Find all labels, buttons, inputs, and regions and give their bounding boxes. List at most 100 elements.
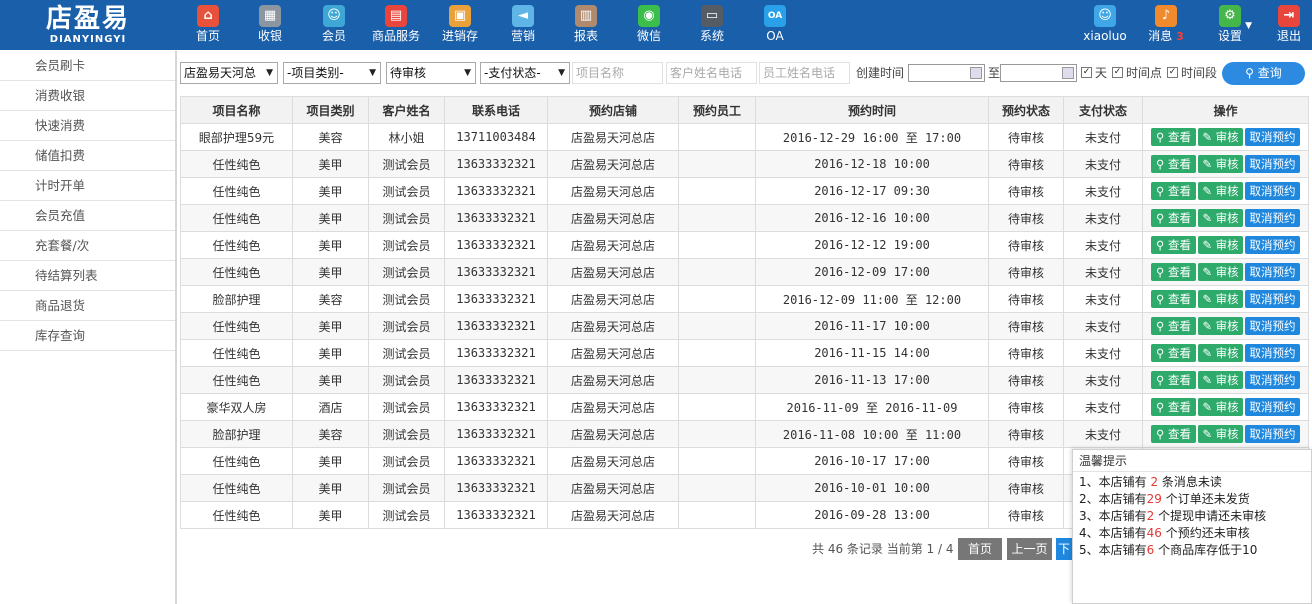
employee-input[interactable]: 员工姓名电话 [759, 62, 850, 84]
view-button[interactable]: ⚲ 查看 [1151, 371, 1196, 389]
tip-line[interactable]: 5、本店铺有6 个商品库存低于10 [1073, 542, 1311, 559]
inventory-icon: ▣ [449, 5, 471, 27]
category-select[interactable]: -项目类别- ▼ [283, 62, 381, 84]
audit-button[interactable]: ✎ 审核 [1198, 236, 1243, 254]
cancel-appointment-button[interactable]: 取消预约 [1245, 317, 1300, 335]
nav-item-marketing[interactable]: ◄ 营销 [492, 0, 554, 50]
cell-phone: 13633332321 [444, 258, 548, 286]
sidebar-item[interactable]: 计时开单 [0, 171, 175, 201]
cancel-appointment-button[interactable]: 取消预约 [1245, 290, 1300, 308]
sidebar-item[interactable]: 储值扣费 [0, 141, 175, 171]
next-page-button[interactable]: 下 [1056, 538, 1072, 560]
tip-line[interactable]: 2、本店铺有29 个订单还未发货 [1073, 491, 1311, 508]
nav-item-oa[interactable]: OA OA [744, 0, 806, 50]
cancel-appointment-button[interactable]: 取消预约 [1245, 128, 1300, 146]
sidebar-item[interactable]: 快速消费 [0, 111, 175, 141]
nav-item-inventory[interactable]: ▣ 进销存 [429, 0, 491, 50]
settings-label: 设置 [1217, 29, 1242, 43]
audit-button[interactable]: ✎ 审核 [1198, 425, 1243, 443]
tip-line[interactable]: 1、本店铺有 2 条消息未读 [1073, 474, 1311, 491]
cell-category: 美甲 [292, 150, 369, 178]
audit-status-select[interactable]: 待审核 ▼ [386, 62, 476, 84]
cell-phone: 13633332321 [444, 177, 548, 205]
nav-item-system[interactable]: ▭ 系统 [681, 0, 743, 50]
prev-page-button[interactable]: 上一页 [1007, 538, 1052, 560]
cancel-appointment-button[interactable]: 取消预约 [1245, 263, 1300, 281]
cancel-appointment-button[interactable]: 取消预约 [1245, 371, 1300, 389]
nav-item-wechat[interactable]: ◉ 微信 [618, 0, 680, 50]
audit-button[interactable]: ✎ 审核 [1198, 155, 1243, 173]
messages-button[interactable]: ♪ 消息 3 [1138, 0, 1194, 50]
start-date-input[interactable] [908, 64, 985, 82]
view-button[interactable]: ⚲ 查看 [1151, 398, 1196, 416]
cancel-appointment-button[interactable]: 取消预约 [1245, 425, 1300, 443]
day-checkbox[interactable]: ✓ [1081, 67, 1092, 78]
pay-status-select[interactable]: -支付状态- ▼ [480, 62, 570, 84]
nav-item-report[interactable]: ▥ 报表 [555, 0, 617, 50]
cell-time: 2016-12-09 17:00 [755, 258, 989, 286]
audit-button[interactable]: ✎ 审核 [1198, 290, 1243, 308]
audit-button[interactable]: ✎ 审核 [1198, 182, 1243, 200]
nav-item-member[interactable]: ☺ 会员 [303, 0, 365, 50]
cell-customer: 测试会员 [368, 177, 445, 205]
view-button[interactable]: ⚲ 查看 [1151, 290, 1196, 308]
view-button-label: 查看 [1168, 157, 1192, 171]
tip-line[interactable]: 3、本店铺有2 个提现申请还未审核 [1073, 508, 1311, 525]
settings-button[interactable]: ⚙ 设置 ▼ [1200, 0, 1260, 50]
view-button[interactable]: ⚲ 查看 [1151, 155, 1196, 173]
cancel-appointment-button[interactable]: 取消预约 [1245, 398, 1300, 416]
view-button[interactable]: ⚲ 查看 [1151, 317, 1196, 335]
audit-button[interactable]: ✎ 审核 [1198, 344, 1243, 362]
first-page-button[interactable]: 首页 [958, 538, 1002, 560]
nav-item-home[interactable]: ⌂ 首页 [177, 0, 239, 50]
cell-name: 脸部护理 [180, 420, 293, 448]
cancel-appointment-button[interactable]: 取消预约 [1245, 344, 1300, 362]
table-row: 任性纯色 美甲 测试会员 13633332321 店盈易天河总店 2016-12-17 0… [180, 177, 1309, 205]
tip-line[interactable]: 4、本店铺有46 个预约还未审核 [1073, 525, 1311, 542]
cancel-appointment-button[interactable]: 取消预约 [1245, 182, 1300, 200]
sidebar-item[interactable]: 消费收银 [0, 81, 175, 111]
project-name-input[interactable]: 项目名称 [572, 62, 663, 84]
sidebar-item[interactable]: 会员充值 [0, 201, 175, 231]
query-button[interactable]: ⚲ 查询 [1222, 62, 1305, 85]
view-button[interactable]: ⚲ 查看 [1151, 182, 1196, 200]
logout-button[interactable]: ⇥ 退出 [1266, 0, 1312, 50]
audit-button[interactable]: ✎ 审核 [1198, 371, 1243, 389]
end-date-input[interactable] [1000, 64, 1077, 82]
search-icon: ⚲ [1155, 373, 1169, 387]
sidebar-item[interactable]: 充套餐/次 [0, 231, 175, 261]
cell-time: 2016-10-01 10:00 [755, 474, 989, 502]
nav-item-cash-register[interactable]: ▦ 收银 [239, 0, 301, 50]
sidebar-item[interactable]: 会员刷卡 [0, 51, 175, 81]
cancel-appointment-button[interactable]: 取消预约 [1245, 155, 1300, 173]
nav-item-goods-service[interactable]: ▤ 商品服务 [365, 0, 427, 50]
audit-button[interactable]: ✎ 审核 [1198, 209, 1243, 227]
user-menu[interactable]: ☺ xiaoluo [1074, 0, 1136, 50]
cell-customer: 测试会员 [368, 474, 445, 502]
cancel-appointment-button[interactable]: 取消预约 [1245, 209, 1300, 227]
audit-button[interactable]: ✎ 审核 [1198, 263, 1243, 281]
sidebar-item[interactable]: 库存查询 [0, 321, 175, 351]
customer-input[interactable]: 客户姓名电话 [666, 62, 757, 84]
view-button[interactable]: ⚲ 查看 [1151, 209, 1196, 227]
view-button[interactable]: ⚲ 查看 [1151, 128, 1196, 146]
sidebar-item[interactable]: 商品退货 [0, 291, 175, 321]
time-point-checkbox[interactable]: ✓ [1112, 67, 1123, 78]
view-button[interactable]: ⚲ 查看 [1151, 236, 1196, 254]
time-range-checkbox[interactable]: ✓ [1167, 67, 1178, 78]
store-select[interactable]: 店盈易天河总 ▼ [180, 62, 278, 84]
cancel-appointment-button-label: 取消预约 [1249, 427, 1296, 441]
audit-button[interactable]: ✎ 审核 [1198, 128, 1243, 146]
view-button[interactable]: ⚲ 查看 [1151, 344, 1196, 362]
cell-time: 2016-11-09 至 2016-11-09 [755, 393, 989, 421]
cancel-appointment-button[interactable]: 取消预约 [1245, 236, 1300, 254]
calendar-icon[interactable] [970, 67, 982, 79]
calendar-icon[interactable] [1062, 67, 1074, 79]
audit-button[interactable]: ✎ 审核 [1198, 398, 1243, 416]
oa-icon: OA [764, 5, 786, 27]
view-button[interactable]: ⚲ 查看 [1151, 263, 1196, 281]
audit-button[interactable]: ✎ 审核 [1198, 317, 1243, 335]
sidebar-item[interactable]: 待结算列表 [0, 261, 175, 291]
view-button[interactable]: ⚲ 查看 [1151, 425, 1196, 443]
brand-logo[interactable]: 店盈易 DIANYINGYI [0, 0, 176, 50]
